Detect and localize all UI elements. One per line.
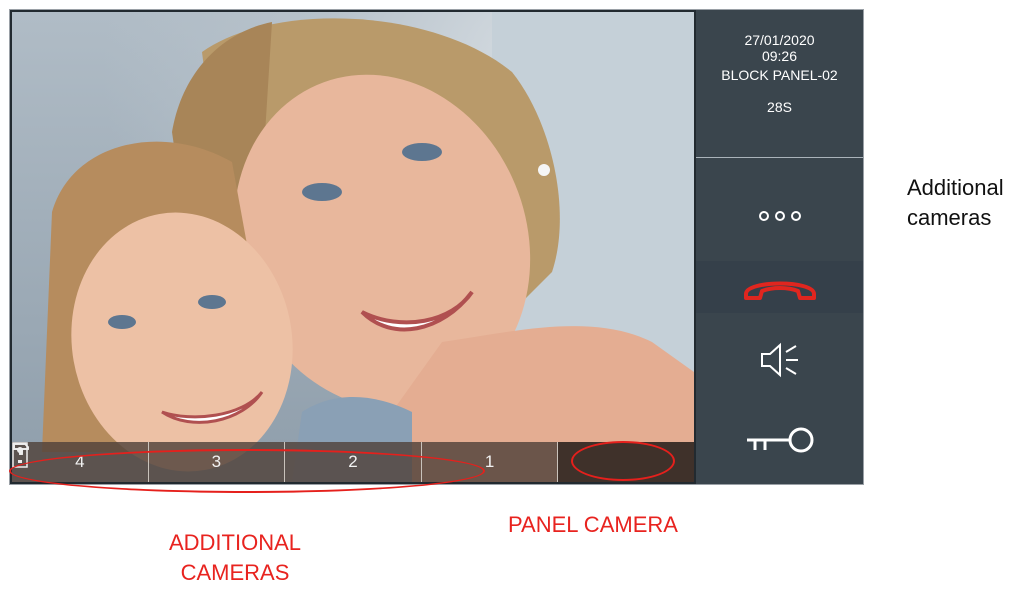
panel-camera-label: PANEL CAMERA xyxy=(508,512,678,537)
date-text: 27/01/2020 xyxy=(744,32,815,48)
hang-up-button[interactable] xyxy=(696,261,863,313)
volume-button[interactable] xyxy=(696,335,863,385)
speaker-icon xyxy=(760,342,798,378)
intercom-monitor: 4 3 2 1 27/01/2020 09:26 BLOCK PANEL-02 … xyxy=(9,9,864,485)
more-options-button[interactable] xyxy=(696,198,863,234)
video-feed: 4 3 2 1 xyxy=(12,12,694,482)
time-text: 09:26 xyxy=(761,48,798,64)
control-sidebar: 27/01/2020 09:26 BLOCK PANEL-02 28S xyxy=(696,10,863,484)
video-image xyxy=(42,12,694,482)
side-annotation: Additional cameras xyxy=(907,173,1004,233)
panel-camera-highlight xyxy=(571,441,675,481)
key-icon xyxy=(746,427,813,453)
camera-1-label: 1 xyxy=(484,452,495,471)
divider xyxy=(696,157,863,158)
side-annotation-line2: cameras xyxy=(907,205,992,230)
side-annotation-line1: Additional xyxy=(907,175,1004,200)
call-info: 27/01/2020 09:26 BLOCK PANEL-02 28S xyxy=(696,10,863,115)
unlock-door-button[interactable] xyxy=(696,420,863,462)
additional-cameras-line2: CAMERAS xyxy=(180,560,290,585)
panel-name-text: BLOCK PANEL-02 xyxy=(721,67,838,83)
three-dots-icon xyxy=(758,211,801,221)
additional-cameras-highlight xyxy=(9,449,485,493)
call-timer: 28S xyxy=(767,99,792,115)
additional-cameras-label: ADDITIONAL CAMERAS xyxy=(150,528,320,588)
phone-hangup-icon xyxy=(743,281,816,300)
additional-cameras-line1: ADDITIONAL xyxy=(168,530,302,555)
